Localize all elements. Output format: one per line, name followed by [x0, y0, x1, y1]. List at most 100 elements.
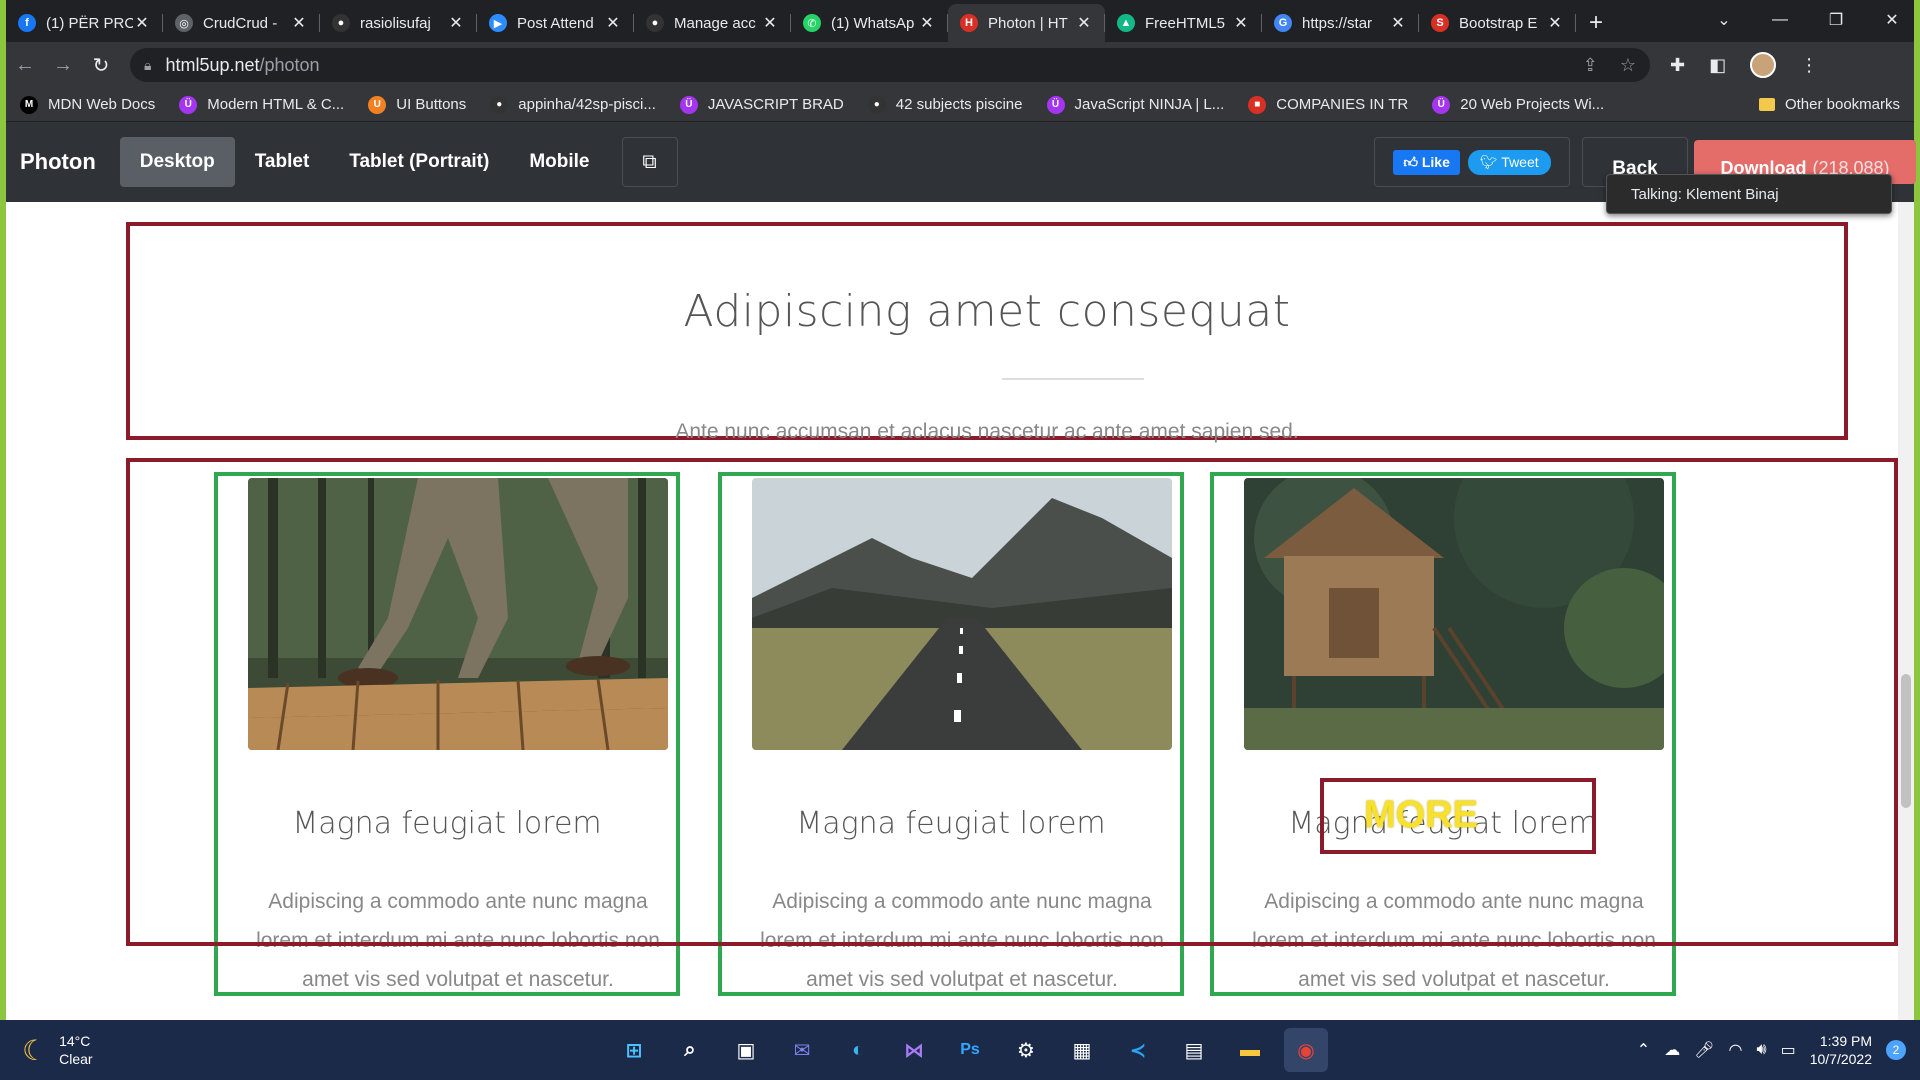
minimize-icon[interactable]: — — [1752, 11, 1808, 29]
notification-badge[interactable]: 2 — [1886, 1040, 1906, 1060]
tab-label: Manage acc — [674, 14, 756, 32]
browser-tab[interactable]: ◎ CrudCrud - ✕ — [163, 4, 320, 42]
folder-icon — [1758, 98, 1775, 111]
browser-tab[interactable]: ▶ Post Attend ✕ — [477, 4, 634, 42]
tab-close-icon[interactable]: ✕ — [1232, 13, 1250, 33]
tab-close-icon[interactable]: ✕ — [761, 13, 779, 33]
tab-label: CrudCrud - — [203, 14, 278, 32]
bookmark-item[interactable]: U UI Buttons — [368, 95, 466, 114]
tab-favicon-icon: H — [960, 14, 978, 32]
bookmark-favicon-icon: Ü — [1432, 95, 1451, 114]
onedrive-icon[interactable]: ☁ — [1664, 1040, 1680, 1060]
browser-tab[interactable]: ● rasiolisufaj ✕ — [320, 4, 477, 42]
bookmark-item[interactable]: ● 42 subjects piscine — [867, 95, 1023, 114]
tab-close-icon[interactable]: ✕ — [447, 13, 465, 33]
browser-tab[interactable]: ▲ FreeHTML5 ✕ — [1105, 4, 1262, 42]
restore-icon[interactable]: ❐ — [1808, 10, 1864, 30]
tab-close-icon[interactable]: ✕ — [1389, 13, 1407, 33]
browser-tab[interactable]: ● Manage acc ✕ — [634, 4, 791, 42]
browser-toolbar: ← → ↻ 🔒︎ html5up.net/photon ⇪ ☆ ✚ ◧ ⋮ — [6, 42, 1914, 88]
taskbar: ☾ 14°C Clear ⊞ ⌕ ▣ ✉ ◐ ⋈ Ps ⚙ ▦ ≺ ▤ ▬ ◉ … — [0, 1020, 1920, 1080]
tab-close-icon[interactable]: ✕ — [918, 13, 936, 33]
weather-widget[interactable]: ☾ 14°C Clear — [22, 1032, 93, 1068]
bookmark-favicon-icon: Ü — [179, 95, 198, 114]
bookmark-item[interactable]: ■ COMPANIES IN TR — [1248, 95, 1408, 114]
store-icon[interactable]: ▦ — [1060, 1028, 1104, 1072]
menu-kebab-icon[interactable]: ⋮ — [1800, 55, 1818, 76]
browser-tab[interactable]: Ghttps://star ✕ — [1262, 4, 1419, 42]
tab-close-icon[interactable]: ✕ — [290, 13, 308, 33]
search-icon[interactable]: ⌕ — [668, 1028, 712, 1072]
teams-chat-icon[interactable]: ✉ — [780, 1028, 824, 1072]
browser-tab[interactable]: ✆ (1) WhatsAp ✕ — [791, 4, 948, 42]
view-tab[interactable]: Tablet (Portrait) — [329, 137, 509, 187]
back-arrow-icon[interactable]: ← — [6, 46, 44, 84]
view-tab[interactable]: Tablet — [235, 137, 330, 187]
card-text: Adipiscing a commodo ante nunc magna lor… — [760, 890, 1164, 991]
external-link-icon[interactable]: ⧉ — [621, 137, 678, 187]
page-content: Adipiscing amet consequat Ante nunc accu… — [6, 202, 1914, 1020]
microphone-icon[interactable]: 🎤︎ — [1694, 1040, 1714, 1060]
bookmark-item[interactable]: Ü Modern HTML & C... — [179, 95, 344, 114]
card: Magna feugiat lorem Adipiscing a commodo… — [1210, 472, 1676, 996]
side-panel-icon[interactable]: ◧ — [1709, 55, 1726, 76]
tab-close-icon[interactable]: ✕ — [1546, 13, 1564, 33]
close-window-icon[interactable]: ✕ — [1864, 10, 1920, 30]
file-explorer-icon[interactable]: ▬ — [1228, 1028, 1272, 1072]
forward-arrow-icon[interactable]: → — [44, 46, 82, 84]
clock[interactable]: 1:39 PM 10/7/2022 — [1810, 1032, 1872, 1068]
temperature: 14°C — [59, 1033, 91, 1049]
bookmark-item[interactable]: Ü 20 Web Projects Wi... — [1432, 95, 1604, 114]
extensions-icon[interactable]: ✚ — [1670, 55, 1685, 76]
bookmark-star-icon[interactable]: ☆ — [1620, 55, 1636, 76]
bookmark-item[interactable]: Ü JAVASCRIPT BRAD — [679, 95, 844, 114]
scrollbar[interactable] — [1898, 202, 1914, 1020]
profile-avatar[interactable] — [1750, 52, 1777, 78]
window-controls: ⌄ — ❐ ✕ — [1696, 0, 1920, 40]
bookmark-favicon-icon: U — [368, 95, 387, 114]
calculator-icon[interactable]: ▤ — [1172, 1028, 1216, 1072]
bookmark-item[interactable]: Ü JavaScript NINJA | L... — [1046, 95, 1225, 114]
tab-close-icon[interactable]: ✕ — [1075, 13, 1093, 33]
browser-tab[interactable]: H Photon | HT ✕ — [948, 4, 1105, 42]
bookmark-favicon-icon: ■ — [1248, 95, 1267, 114]
tray-chevron-icon[interactable]: ⌃ — [1637, 1040, 1650, 1060]
address-bar[interactable]: 🔒︎ html5up.net/photon ⇪ ☆ — [130, 48, 1650, 82]
other-bookmarks[interactable]: Other bookmarks — [1758, 96, 1900, 113]
photoshop-icon[interactable]: Ps — [948, 1028, 992, 1072]
social-buttons: 👍︎ Like 🐦︎ Tweet — [1374, 137, 1570, 187]
tab-search-icon[interactable]: ⌄ — [1696, 10, 1752, 30]
view-tab[interactable]: Mobile — [509, 137, 609, 187]
edge-icon[interactable]: ◐ — [836, 1028, 880, 1072]
facebook-like-button[interactable]: 👍︎ Like — [1393, 149, 1460, 175]
battery-icon[interactable]: ▭ — [1781, 1040, 1796, 1060]
visual-studio-icon[interactable]: ⋈ — [892, 1028, 936, 1072]
reload-icon[interactable]: ↻ — [82, 46, 120, 84]
wifi-icon[interactable]: ◠ — [1729, 1040, 1743, 1060]
tab-separator — [1575, 14, 1576, 32]
bookmark-favicon-icon: Ü — [679, 95, 698, 114]
card-title: Magna feugiat lorem — [292, 806, 602, 841]
tab-favicon-icon: ▶ — [489, 14, 507, 32]
volume-icon[interactable]: 🔊︎ — [1756, 1041, 1766, 1059]
task-view-icon[interactable]: ▣ — [724, 1028, 768, 1072]
tab-favicon-icon: f — [18, 14, 36, 32]
view-tab[interactable]: Desktop — [119, 137, 235, 187]
lock-icon[interactable]: 🔒︎ — [144, 57, 151, 74]
chrome-icon[interactable]: ◉ — [1284, 1028, 1328, 1072]
card: Magna feugiat lorem Adipiscing a commodo… — [718, 472, 1184, 996]
browser-tab[interactable]: S Bootstrap E ✕ — [1419, 4, 1576, 42]
tab-close-icon[interactable]: ✕ — [133, 13, 151, 33]
tab-close-icon[interactable]: ✕ — [604, 13, 622, 33]
bookmark-item[interactable]: M MDN Web Docs — [20, 95, 155, 114]
share-icon[interactable]: ⇪ — [1583, 55, 1598, 76]
new-tab-icon[interactable]: + — [1576, 4, 1616, 42]
tweet-button[interactable]: 🐦︎ Tweet — [1467, 149, 1551, 175]
scrollbar-thumb[interactable] — [1901, 674, 1911, 808]
bookmark-label: JavaScript NINJA | L... — [1074, 96, 1225, 113]
browser-tab[interactable]: f (1) PËR PRO ✕ — [6, 4, 163, 42]
vscode-icon[interactable]: ≺ — [1116, 1028, 1160, 1072]
windows-start-icon[interactable]: ⊞ — [612, 1028, 656, 1072]
network-app-icon[interactable]: ⚙ — [1004, 1028, 1048, 1072]
bookmark-item[interactable]: ● appinha/42sp-pisci... — [490, 95, 656, 114]
